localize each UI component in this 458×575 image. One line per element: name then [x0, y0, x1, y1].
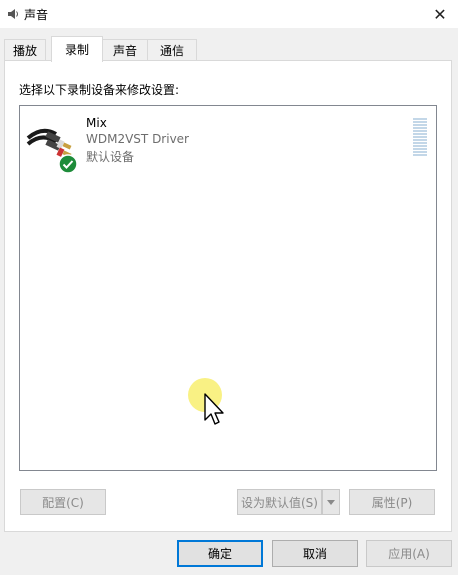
button-label: 确定 — [207, 547, 232, 561]
chevron-down-icon — [327, 499, 335, 505]
cancel-button[interactable]: 取消 — [272, 540, 358, 567]
set-default-dropdown[interactable] — [322, 489, 340, 515]
tab-sounds[interactable]: 声音 — [102, 39, 148, 61]
tab-label: 播放 — [12, 44, 37, 58]
close-icon: ✕ — [433, 4, 447, 24]
title-bar: 声音 ✕ — [0, 0, 458, 28]
device-item-mix[interactable]: Mix WDM2VST Driver 默认设备 — [24, 112, 427, 174]
recording-panel: 选择以下录制设备来修改设置: Mix WDM2VST Driver 默认设备 配… — [4, 60, 452, 532]
ok-button[interactable]: 确定 — [177, 540, 263, 567]
configure-button[interactable]: 配置(C) — [20, 489, 106, 515]
button-label: 设为默认值(S) — [241, 495, 318, 510]
tab-label: 录制 — [64, 43, 89, 57]
device-driver: WDM2VST Driver — [86, 132, 189, 146]
device-name: Mix — [86, 116, 107, 130]
tab-label: 通信 — [159, 44, 184, 58]
tab-playback[interactable]: 播放 — [4, 39, 46, 61]
button-label: 应用(A) — [388, 547, 430, 561]
instruction-text: 选择以下录制设备来修改设置: — [19, 83, 180, 97]
device-list[interactable]: Mix WDM2VST Driver 默认设备 — [19, 105, 437, 471]
tab-recording[interactable]: 录制 — [51, 36, 103, 62]
apply-button[interactable]: 应用(A) — [366, 540, 452, 567]
window-title: 声音 — [24, 8, 49, 22]
speaker-icon — [8, 9, 18, 19]
mouse-pointer-icon — [204, 393, 224, 425]
level-meter — [413, 118, 427, 158]
device-status: 默认设备 — [86, 150, 135, 164]
tab-label: 声音 — [112, 44, 137, 58]
set-default-button[interactable]: 设为默认值(S) — [237, 489, 322, 515]
button-label: 属性(P) — [371, 495, 413, 510]
close-button[interactable]: ✕ — [422, 0, 458, 28]
button-label: 取消 — [302, 547, 327, 561]
tab-communications[interactable]: 通信 — [147, 39, 197, 61]
green-check-icon — [58, 154, 78, 174]
button-label: 配置(C) — [42, 495, 84, 510]
properties-button[interactable]: 属性(P) — [349, 489, 435, 515]
